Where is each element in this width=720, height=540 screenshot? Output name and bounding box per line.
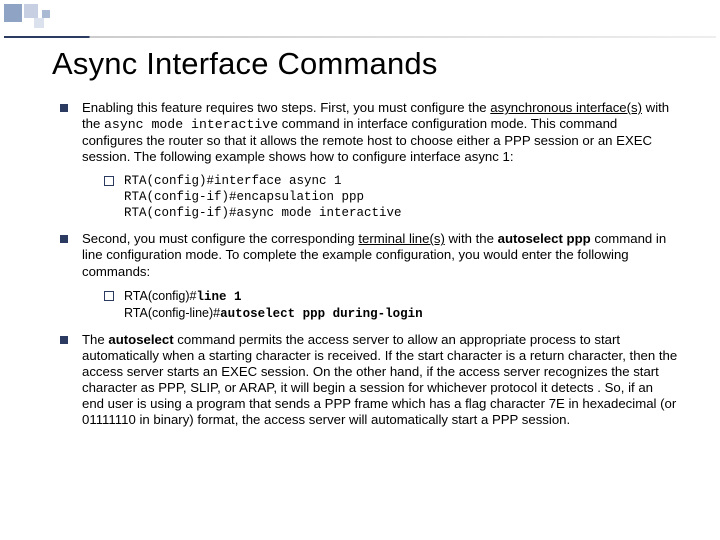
text: Second, you must configure the correspon… xyxy=(82,231,358,246)
code-line: RTA(config-if)#encapsulation ppp xyxy=(124,190,364,204)
sub-list-1: RTA(config)#interface async 1 RTA(config… xyxy=(82,173,678,221)
text-underlined: asynchronous interface(s) xyxy=(490,100,642,115)
page-title: Async Interface Commands xyxy=(52,46,678,82)
corner-decoration xyxy=(4,4,114,44)
text-bold: autoselect xyxy=(108,332,173,347)
text-underlined: terminal line(s) xyxy=(358,231,444,246)
code-bold: line 1 xyxy=(196,290,241,304)
text-bold: autoselect ppp xyxy=(498,231,591,246)
code-block: RTA(config)#line 1 RTA(config-line)#auto… xyxy=(104,288,678,322)
code-block: RTA(config)#interface async 1 RTA(config… xyxy=(104,173,678,221)
bullet-1: Enabling this feature requires two steps… xyxy=(60,100,678,221)
code-prefix: RTA(config)# xyxy=(124,289,196,303)
bullet-3: The autoselect command permits the acces… xyxy=(60,332,678,429)
text: Enabling this feature requires two steps… xyxy=(82,100,490,115)
code-bold: autoselect ppp during-login xyxy=(220,307,423,321)
sub-list-2: RTA(config)#line 1 RTA(config-line)#auto… xyxy=(82,288,678,322)
text-mono: async mode interactive xyxy=(104,117,278,132)
text: with the xyxy=(445,231,498,246)
text: The xyxy=(82,332,108,347)
code-line: RTA(config-if)#async mode interactive xyxy=(124,206,402,220)
slide-body: Async Interface Commands Enabling this f… xyxy=(0,0,720,454)
bullet-list: Enabling this feature requires two steps… xyxy=(52,100,678,428)
code-line: RTA(config)#interface async 1 xyxy=(124,174,342,188)
bullet-2: Second, you must configure the correspon… xyxy=(60,231,678,321)
code-prefix: RTA(config-line)# xyxy=(124,306,220,320)
